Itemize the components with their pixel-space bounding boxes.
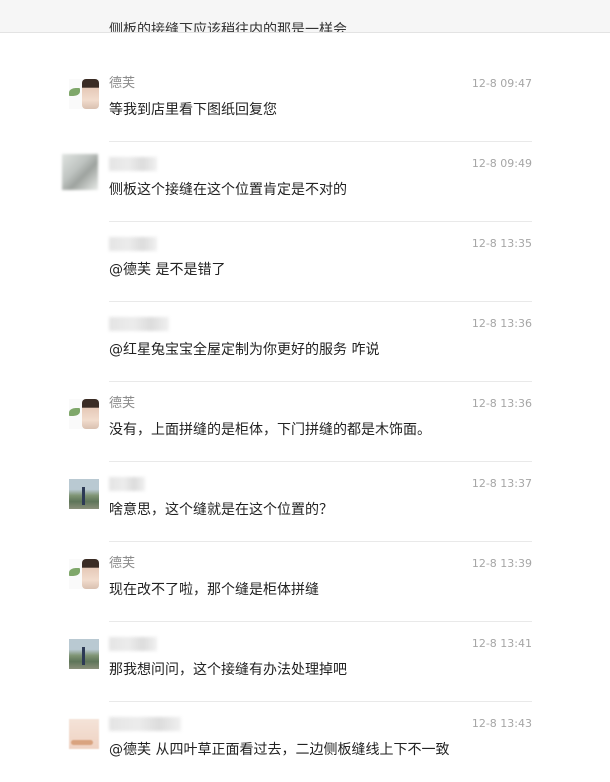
- avatar[interactable]: [69, 399, 99, 429]
- message-text: @红星兔宝宝全屋定制为你更好的服务 咋说: [109, 342, 380, 358]
- partial-message-text: 侧板的接缝下应该稍往内的那是一样会: [109, 22, 347, 33]
- message-text: 啥意思，这个缝就是在这个位置的？: [109, 502, 333, 518]
- message-time: 12-8 13:35: [471, 237, 532, 250]
- message-time: 12-8 13:41: [471, 637, 532, 650]
- sender-name[interactable]: 德芙: [109, 76, 135, 92]
- message-time: 12-8 09:47: [471, 77, 532, 90]
- message-time: 12-8 13:39: [471, 557, 532, 570]
- message-time: 12-8 09:49: [471, 157, 532, 170]
- message-time: 12-8 13:36: [471, 317, 532, 330]
- message-text: 侧板这个接缝在这个位置肯定是不对的: [109, 182, 347, 198]
- avatar[interactable]: [69, 559, 99, 589]
- chat-message: 德芙 12-8 13:39 现在改不了啦，那个缝是柜体拼缝: [0, 542, 610, 622]
- message-time: 12-8 13:36: [471, 397, 532, 410]
- chat-message: 12-8 13:41 那我想问问，这个接缝有办法处理掉吧: [0, 622, 610, 702]
- message-text: @德芙 是不是错了: [109, 262, 226, 278]
- chat-message: 12-8 13:35 @德芙 是不是错了: [0, 222, 610, 302]
- message-text: 现在改不了啦，那个缝是柜体拼缝: [109, 582, 319, 598]
- avatar[interactable]: [69, 719, 99, 749]
- message-text: 等我到店里看下图纸回复您: [109, 102, 277, 118]
- sender-name[interactable]: 德芙: [109, 396, 135, 412]
- sender-name-redacted: [109, 477, 145, 491]
- message-text: 那我想问问，这个接缝有办法处理掉吧: [109, 662, 347, 678]
- sender-name[interactable]: 德芙: [109, 556, 135, 572]
- sender-name-redacted: [109, 717, 181, 731]
- message-time: 12-8 13:37: [471, 477, 532, 490]
- sender-name-redacted: [109, 157, 157, 171]
- top-partial-message: 侧板的接缝下应该稍往内的那是一样会: [0, 0, 610, 33]
- avatar[interactable]: [69, 79, 99, 109]
- chat-message: 德芙 12-8 09:47 等我到店里看下图纸回复您: [0, 62, 610, 142]
- avatar[interactable]: [69, 479, 99, 509]
- chat-message: 12-8 13:43 @德芙 从四叶草正面看过去，二边侧板缝线上下不一致: [0, 702, 610, 782]
- message-text: 没有，上面拼缝的是柜体，下门拼缝的都是木饰面。: [109, 422, 431, 438]
- sender-name-redacted: [109, 637, 157, 651]
- message-time: 12-8 13:43: [471, 717, 532, 730]
- chat-message: 德芙 12-8 13:36 没有，上面拼缝的是柜体，下门拼缝的都是木饰面。: [0, 382, 610, 462]
- sender-name-redacted: [109, 317, 169, 331]
- chat-message: 12-8 09:49 侧板这个接缝在这个位置肯定是不对的: [0, 142, 610, 222]
- avatar[interactable]: [62, 154, 98, 190]
- sender-name-redacted: [109, 237, 157, 251]
- avatar[interactable]: [69, 639, 99, 669]
- chat-message: 12-8 13:36 @红星兔宝宝全屋定制为你更好的服务 咋说: [0, 302, 610, 382]
- chat-message: 12-8 13:37 啥意思，这个缝就是在这个位置的？: [0, 462, 610, 542]
- message-text: @德芙 从四叶草正面看过去，二边侧板缝线上下不一致: [109, 742, 450, 758]
